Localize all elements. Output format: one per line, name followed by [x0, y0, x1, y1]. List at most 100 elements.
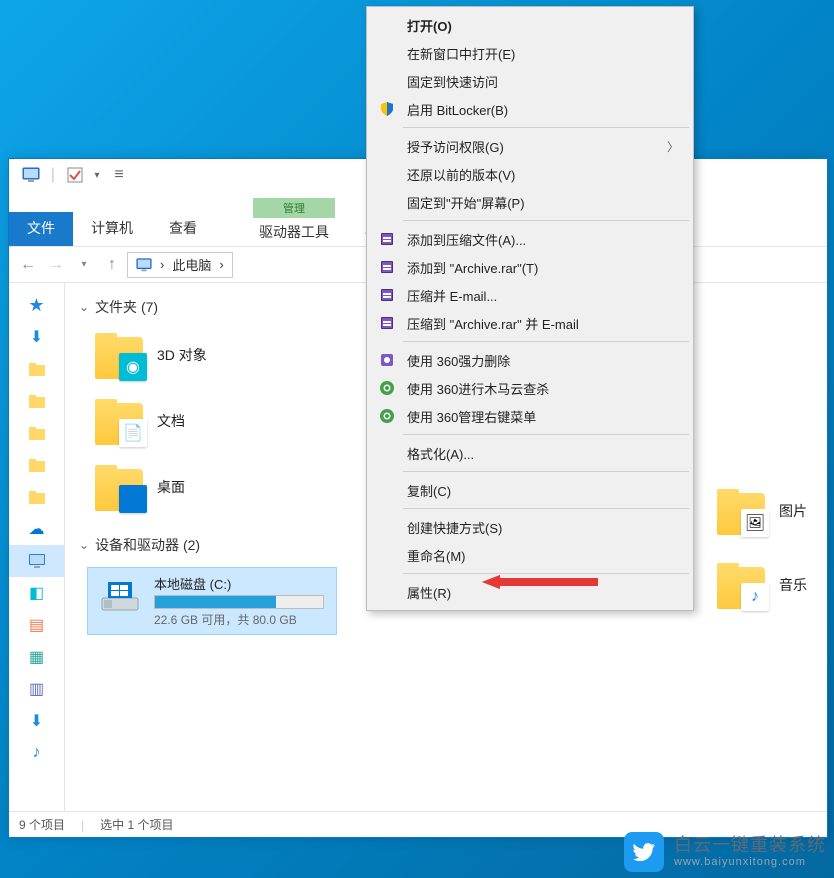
sidebar-item[interactable] [9, 417, 64, 449]
360-icon [377, 378, 397, 398]
sidebar-item[interactable] [9, 481, 64, 513]
context-menu-item[interactable]: 固定到"开始"屏幕(P) [369, 188, 691, 216]
blank-icon [377, 480, 397, 500]
nav-back-button[interactable]: ← [15, 252, 41, 278]
context-menu-label: 使用 360强力删除 [407, 351, 510, 370]
context-menu-item[interactable]: 创建快捷方式(S) [369, 513, 691, 541]
blank-icon [377, 545, 397, 565]
chevron-down-icon: ⌄ [79, 538, 89, 552]
sidebar-item[interactable]: ▥ [9, 673, 64, 705]
watermark: 白云一键重装系统 www.baiyunxitong.com [624, 832, 826, 872]
context-menu-label: 属性(R) [407, 583, 451, 602]
pc-icon [21, 165, 41, 185]
pc-icon [28, 552, 46, 570]
ribbon-tab-file[interactable]: 文件 [9, 212, 73, 246]
context-menu-item[interactable]: 重命名(M) [369, 541, 691, 569]
drive-free-text: 22.6 GB 可用，共 80.0 GB [154, 611, 324, 628]
blank-icon [377, 164, 397, 184]
nav-history-dropdown[interactable]: ▾ [71, 252, 97, 278]
context-menu-item[interactable]: 打开(O) [369, 11, 691, 39]
sidebar-item[interactable]: ♪ [9, 737, 64, 769]
context-menu-item[interactable]: 启用 BitLocker(B) [369, 95, 691, 123]
folder-pictures[interactable]: 🖼 图片 [709, 479, 815, 543]
sidebar-item[interactable] [9, 385, 64, 417]
sidebar-item[interactable]: ◧ [9, 577, 64, 609]
ribbon-tab-view[interactable]: 查看 [151, 212, 215, 246]
context-menu-label: 重命名(M) [407, 546, 466, 565]
context-menu-label: 压缩并 E-mail... [407, 286, 497, 305]
blank-icon [377, 43, 397, 63]
context-menu: 打开(O) 在新窗口中打开(E) 固定到快速访问启用 BitLocker(B) 授予访… [366, 6, 694, 611]
rar-icon [377, 257, 397, 277]
folder-icon [28, 392, 46, 410]
context-menu-item[interactable]: 还原以前的版本(V) [369, 160, 691, 188]
sidebar-item[interactable]: ⬇ [9, 705, 64, 737]
blank-icon [377, 192, 397, 212]
context-menu-item[interactable]: 格式化(A)... [369, 439, 691, 467]
folder-label: 图片 [779, 501, 807, 521]
blank-icon [377, 136, 397, 156]
folder-icon: ◉ [95, 331, 143, 379]
nav-up-button[interactable]: ↑ [99, 252, 125, 278]
watermark-url: www.baiyunxitong.com [674, 856, 826, 868]
context-menu-item[interactable]: 在新窗口中打开(E) [369, 39, 691, 67]
blank-icon [377, 443, 397, 463]
download-icon: ⬇ [30, 711, 43, 731]
drive-icon [98, 574, 142, 618]
cloud-icon: ☁ [29, 519, 45, 539]
context-menu-item[interactable]: 复制(C) [369, 476, 691, 504]
folder-icon [28, 488, 46, 506]
ribbon-contextual-group: 管理 驱动器工具 [245, 198, 343, 246]
folder-label: 文档 [157, 411, 185, 431]
rar-icon [377, 229, 397, 249]
context-menu-item[interactable]: 添加到 "Archive.rar"(T) [369, 253, 691, 281]
context-menu-label: 在新窗口中打开(E) [407, 44, 515, 63]
breadcrumb-this-pc[interactable]: 此电脑 [172, 255, 211, 274]
blank-icon [377, 15, 397, 35]
folder-music[interactable]: ♪ 音乐 [709, 553, 815, 617]
context-menu-label: 固定到"开始"屏幕(P) [407, 193, 525, 212]
context-menu-item[interactable]: 压缩到 "Archive.rar" 并 E-mail [369, 309, 691, 337]
360p-icon [377, 350, 397, 370]
ribbon-tab-drive-tools[interactable]: 驱动器工具 [245, 218, 343, 246]
context-menu-item[interactable]: 使用 360进行木马云查杀 [369, 374, 691, 402]
video-icon: ▤ [29, 615, 44, 635]
context-menu-label: 格式化(A)... [407, 444, 474, 463]
sidebar-item[interactable] [9, 449, 64, 481]
context-menu-item[interactable]: 使用 360管理右键菜单 [369, 402, 691, 430]
picture-icon: ▦ [29, 647, 44, 667]
watermark-logo-icon [624, 832, 664, 872]
nav-forward-button[interactable]: → [43, 252, 69, 278]
folder-icon [28, 456, 46, 474]
address-breadcrumb[interactable]: › 此电脑 › [127, 252, 233, 278]
blank-icon [377, 71, 397, 91]
sidebar-item[interactable]: ⬇ [9, 321, 64, 353]
statusbar-selected-count: 选中 1 个项目 [100, 816, 173, 833]
sidebar-item[interactable] [9, 353, 64, 385]
drive-c[interactable]: 本地磁盘 (C:) 22.6 GB 可用，共 80.0 GB [87, 567, 337, 635]
folder-icon [28, 360, 46, 378]
sidebar-quick-access[interactable]: ★ [9, 289, 64, 321]
context-menu-item[interactable]: 授予访问权限(G)〉 [369, 132, 691, 160]
checkbox-icon[interactable] [65, 165, 85, 185]
qat-dropdown-icon[interactable]: ▾ [87, 165, 107, 185]
nav-sidebar: ★ ⬇ ☁ ◧ ▤ ▦ ▥ ⬇ ♪ [9, 283, 65, 811]
rar-icon [377, 285, 397, 305]
cube-icon: ◧ [29, 583, 44, 603]
sidebar-item[interactable]: ▦ [9, 641, 64, 673]
drive-usage-bar [154, 595, 324, 609]
qat-overflow[interactable]: ≡ [109, 165, 129, 185]
sidebar-item[interactable]: ▤ [9, 609, 64, 641]
qat-sep: | [43, 165, 63, 185]
context-menu-item[interactable]: 使用 360强力删除 [369, 346, 691, 374]
context-menu-item[interactable]: 添加到压缩文件(A)... [369, 225, 691, 253]
ribbon-tab-computer[interactable]: 计算机 [73, 212, 151, 246]
context-menu-item[interactable]: 固定到快速访问 [369, 67, 691, 95]
shield-icon [377, 99, 397, 119]
sidebar-onedrive[interactable]: ☁ [9, 513, 64, 545]
sidebar-this-pc[interactable] [9, 545, 64, 577]
context-menu-item[interactable]: 压缩并 E-mail... [369, 281, 691, 309]
document-icon: ▥ [29, 679, 44, 699]
chevron-right-icon: 〉 [667, 138, 679, 155]
blank-icon [377, 582, 397, 602]
